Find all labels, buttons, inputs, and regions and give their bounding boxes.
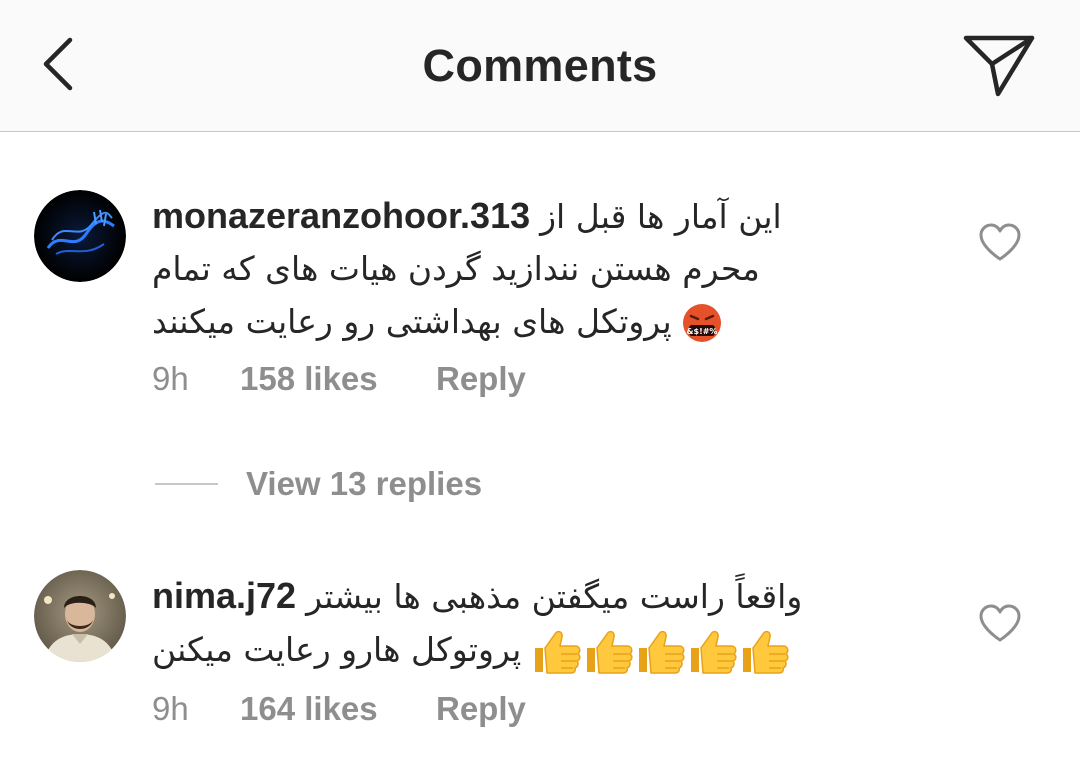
thumbs-up-emoji xyxy=(743,631,789,675)
comment-line-1: nima.j72 واقعاً راست میگفتن مذهبی ها بیش… xyxy=(152,570,862,623)
likes-count[interactable]: 164 likes xyxy=(240,690,436,728)
page-title: Comments xyxy=(422,40,658,91)
reply-button[interactable]: Reply xyxy=(436,690,526,728)
paper-plane-icon xyxy=(963,35,1035,97)
comment-body: monazeranzohoor.313 این آمار ها قبل از م… xyxy=(152,190,862,348)
comment-meta: 9h 164 likes Reply xyxy=(152,690,526,728)
comment-username[interactable]: monazeranzohoor.313 xyxy=(152,195,530,236)
like-button[interactable] xyxy=(978,603,1022,643)
thumbs-up-emoji-group xyxy=(531,628,791,675)
reply-button[interactable]: Reply xyxy=(436,360,526,398)
header-bar: Comments xyxy=(0,0,1080,132)
share-button[interactable] xyxy=(956,28,1042,102)
comment-text-part: واقعاً راست میگفتن مذهبی ها بیشتر xyxy=(306,577,803,616)
comment-text-part: پروتوکل هارو رعایت میکنن xyxy=(152,630,522,669)
comment-time: 9h xyxy=(152,360,189,397)
view-replies-label: View 13 replies xyxy=(246,465,483,502)
comment-time: 9h xyxy=(152,690,189,727)
heart-icon xyxy=(979,604,1021,642)
comment-body: nima.j72 واقعاً راست میگفتن مذهبی ها بیش… xyxy=(152,570,862,676)
comment-line-1: monazeranzohoor.313 این آمار ها قبل از xyxy=(152,190,862,243)
heart-icon xyxy=(979,223,1021,261)
thumbs-up-emoji xyxy=(639,631,685,675)
like-button[interactable] xyxy=(978,222,1022,262)
avatar[interactable] xyxy=(34,570,126,662)
likes-count[interactable]: 158 likes xyxy=(240,360,436,398)
comment-text-part: این آمار ها قبل از xyxy=(540,197,782,236)
comment-line-3: پروتکل های بهداشتی رو رعایت میکنند &$!#% xyxy=(152,295,862,348)
comment-meta: 9h 158 likes Reply xyxy=(152,360,526,398)
avatar-calligraphy-image xyxy=(34,190,126,282)
comment-text-part: پروتکل های بهداشتی رو رعایت میکنند xyxy=(152,302,672,341)
thumbs-up-emoji xyxy=(587,631,633,675)
comment-line-2: پروتوکل هارو رعایت میکنن xyxy=(152,623,862,676)
replies-divider xyxy=(155,483,218,485)
angry-cursing-face-emoji: &$!#% xyxy=(682,304,721,343)
comment-line-2: محرم هستن نندازید گردن هیات های که تمام xyxy=(152,249,760,288)
view-replies-button[interactable]: View 13 replies xyxy=(155,465,482,503)
svg-text:&$!#%: &$!#% xyxy=(686,327,717,336)
thumbs-up-emoji xyxy=(535,631,581,675)
avatar[interactable] xyxy=(34,190,126,282)
comment-username[interactable]: nima.j72 xyxy=(152,575,296,616)
thumbs-up-emoji xyxy=(691,631,737,675)
avatar-photo-image xyxy=(34,570,126,662)
